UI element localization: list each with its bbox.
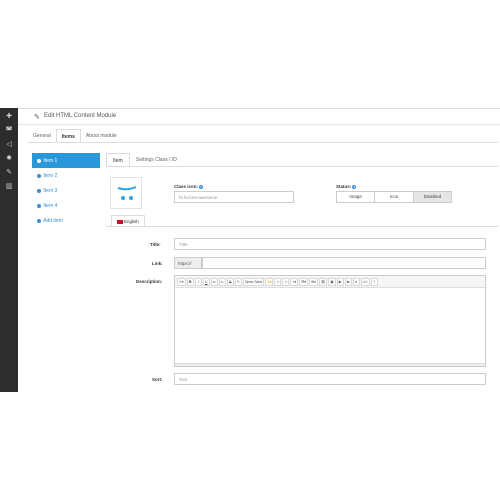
add-item-link[interactable]: Add item bbox=[32, 213, 100, 228]
tab-about-module[interactable]: About module bbox=[81, 129, 122, 143]
tab-item[interactable]: Item bbox=[106, 153, 130, 167]
link-prefix: https:// bbox=[174, 257, 202, 269]
paragraph-button[interactable]: ≡▾ bbox=[290, 277, 299, 286]
subscript-button[interactable]: x₂ bbox=[218, 277, 226, 286]
underline-button[interactable]: U bbox=[202, 277, 210, 286]
cart-icon[interactable]: ◚ bbox=[4, 126, 14, 136]
gear-icon[interactable]: ✹ bbox=[4, 154, 14, 164]
chart-icon[interactable]: ▥ bbox=[4, 182, 14, 192]
plus-circle-icon bbox=[37, 218, 41, 223]
puzzle-icon[interactable]: ✚ bbox=[4, 112, 14, 122]
add-item-label: Add item bbox=[43, 218, 63, 224]
list-item-3[interactable]: Item 3 bbox=[32, 183, 100, 198]
item-tabs: Item Settings Class / ID bbox=[106, 153, 183, 167]
title-input[interactable]: Title bbox=[174, 238, 486, 250]
description-label: Description: bbox=[136, 279, 163, 284]
link-button[interactable]: ⛓ bbox=[318, 277, 328, 286]
flag-icon bbox=[117, 219, 123, 224]
ordered-list-button[interactable]: ≡ bbox=[282, 277, 290, 286]
clear-format-button[interactable]: ✎ bbox=[234, 277, 242, 286]
status-label: Status:? bbox=[336, 184, 357, 189]
editor-toolbar: ✐▾ B I U x² x₂ S ✎ Open Sans A▾ ≡ ≡ ≡▾ ☰… bbox=[175, 276, 485, 288]
bold-button[interactable]: B bbox=[186, 277, 194, 286]
italic-button[interactable]: I bbox=[194, 277, 202, 286]
subtab-divider bbox=[106, 166, 498, 167]
item-label: Item 3 bbox=[43, 188, 58, 194]
hr-button[interactable]: ⇆ bbox=[344, 277, 352, 286]
circle-icon bbox=[37, 173, 41, 178]
status-image-button[interactable]: Image bbox=[337, 192, 376, 202]
help-icon: ? bbox=[199, 184, 204, 189]
tab-divider bbox=[28, 142, 498, 143]
status-label-text: Status: bbox=[336, 184, 352, 189]
font-color-button[interactable]: A▾ bbox=[265, 277, 274, 286]
strikethrough-button[interactable]: S bbox=[226, 277, 234, 286]
fullscreen-button[interactable]: ✕ bbox=[352, 277, 360, 286]
item-label: Item 2 bbox=[43, 173, 58, 179]
line-height-button[interactable]: ☰▾ bbox=[299, 277, 309, 286]
class-icon-label: Class icon:? bbox=[174, 184, 204, 189]
help-icon: ? bbox=[352, 184, 357, 189]
image-button[interactable]: ▣ bbox=[328, 277, 336, 286]
app-frame: ✚ ◚ ◁ ✹ ✎ ▥ ✎ Edit HTML Content Module G… bbox=[0, 108, 500, 392]
main-content: ✎ Edit HTML Content Module General Items… bbox=[18, 108, 500, 392]
description-editor[interactable]: ✐▾ B I U x² x₂ S ✎ Open Sans A▾ ≡ ≡ ≡▾ ☰… bbox=[174, 275, 486, 367]
sort-input[interactable]: Sort bbox=[174, 373, 486, 385]
unordered-list-button[interactable]: ≡ bbox=[274, 277, 282, 286]
circle-icon bbox=[37, 158, 41, 163]
circle-icon bbox=[37, 188, 41, 193]
superscript-button[interactable]: x² bbox=[210, 277, 218, 286]
item-image[interactable] bbox=[110, 177, 142, 209]
status-icon-button[interactable]: Icon bbox=[375, 192, 414, 202]
video-button[interactable]: ▶ bbox=[336, 277, 344, 286]
left-nav-bar: ✚ ◚ ◁ ✹ ✎ ▥ bbox=[0, 108, 18, 392]
main-tabs: General Items About module bbox=[28, 129, 122, 143]
table-button[interactable]: ⊞▾ bbox=[309, 277, 318, 286]
wrench-icon[interactable]: ✎ bbox=[4, 168, 14, 178]
sort-label: Sort: bbox=[152, 377, 163, 382]
font-family-select[interactable]: Open Sans bbox=[242, 277, 265, 286]
list-item-2[interactable]: Item 2 bbox=[32, 168, 100, 183]
link-input[interactable] bbox=[202, 257, 486, 269]
tab-settings-class-id[interactable]: Settings Class / ID bbox=[130, 153, 183, 167]
help-button[interactable]: ? bbox=[370, 277, 378, 286]
pencil-icon: ✎ bbox=[34, 114, 40, 121]
list-item-4[interactable]: Item 4 bbox=[32, 198, 100, 213]
share-icon[interactable]: ◁ bbox=[4, 140, 14, 150]
class-icon-label-text: Class icon: bbox=[174, 184, 199, 189]
code-view-button[interactable]: </> bbox=[360, 277, 370, 286]
tab-general[interactable]: General bbox=[28, 129, 56, 143]
items-list: Item 1 Item 2 Item 3 Item 4 Add item bbox=[32, 153, 100, 228]
language-divider bbox=[106, 226, 498, 227]
class-icon-input[interactable]: fa fa-font-awesome bbox=[174, 191, 294, 203]
circle-icon bbox=[37, 203, 41, 208]
status-disabled-button[interactable]: Disabled bbox=[413, 192, 451, 202]
opencart-logo-icon bbox=[117, 186, 137, 200]
page-header: ✎ Edit HTML Content Module bbox=[18, 109, 500, 125]
editor-resize-handle[interactable] bbox=[175, 363, 485, 366]
style-button[interactable]: ✐▾ bbox=[177, 277, 186, 286]
title-label: Title: bbox=[150, 242, 161, 247]
language-label: English bbox=[124, 219, 139, 224]
item-label: Item 4 bbox=[43, 203, 58, 209]
link-label: Link: bbox=[152, 261, 163, 266]
status-toggle: Image Icon Disabled bbox=[336, 191, 452, 203]
tab-items[interactable]: Items bbox=[55, 129, 81, 143]
item-label: Item 1 bbox=[43, 158, 58, 164]
page-title: Edit HTML Content Module bbox=[44, 113, 117, 119]
list-item-1[interactable]: Item 1 bbox=[32, 153, 100, 168]
